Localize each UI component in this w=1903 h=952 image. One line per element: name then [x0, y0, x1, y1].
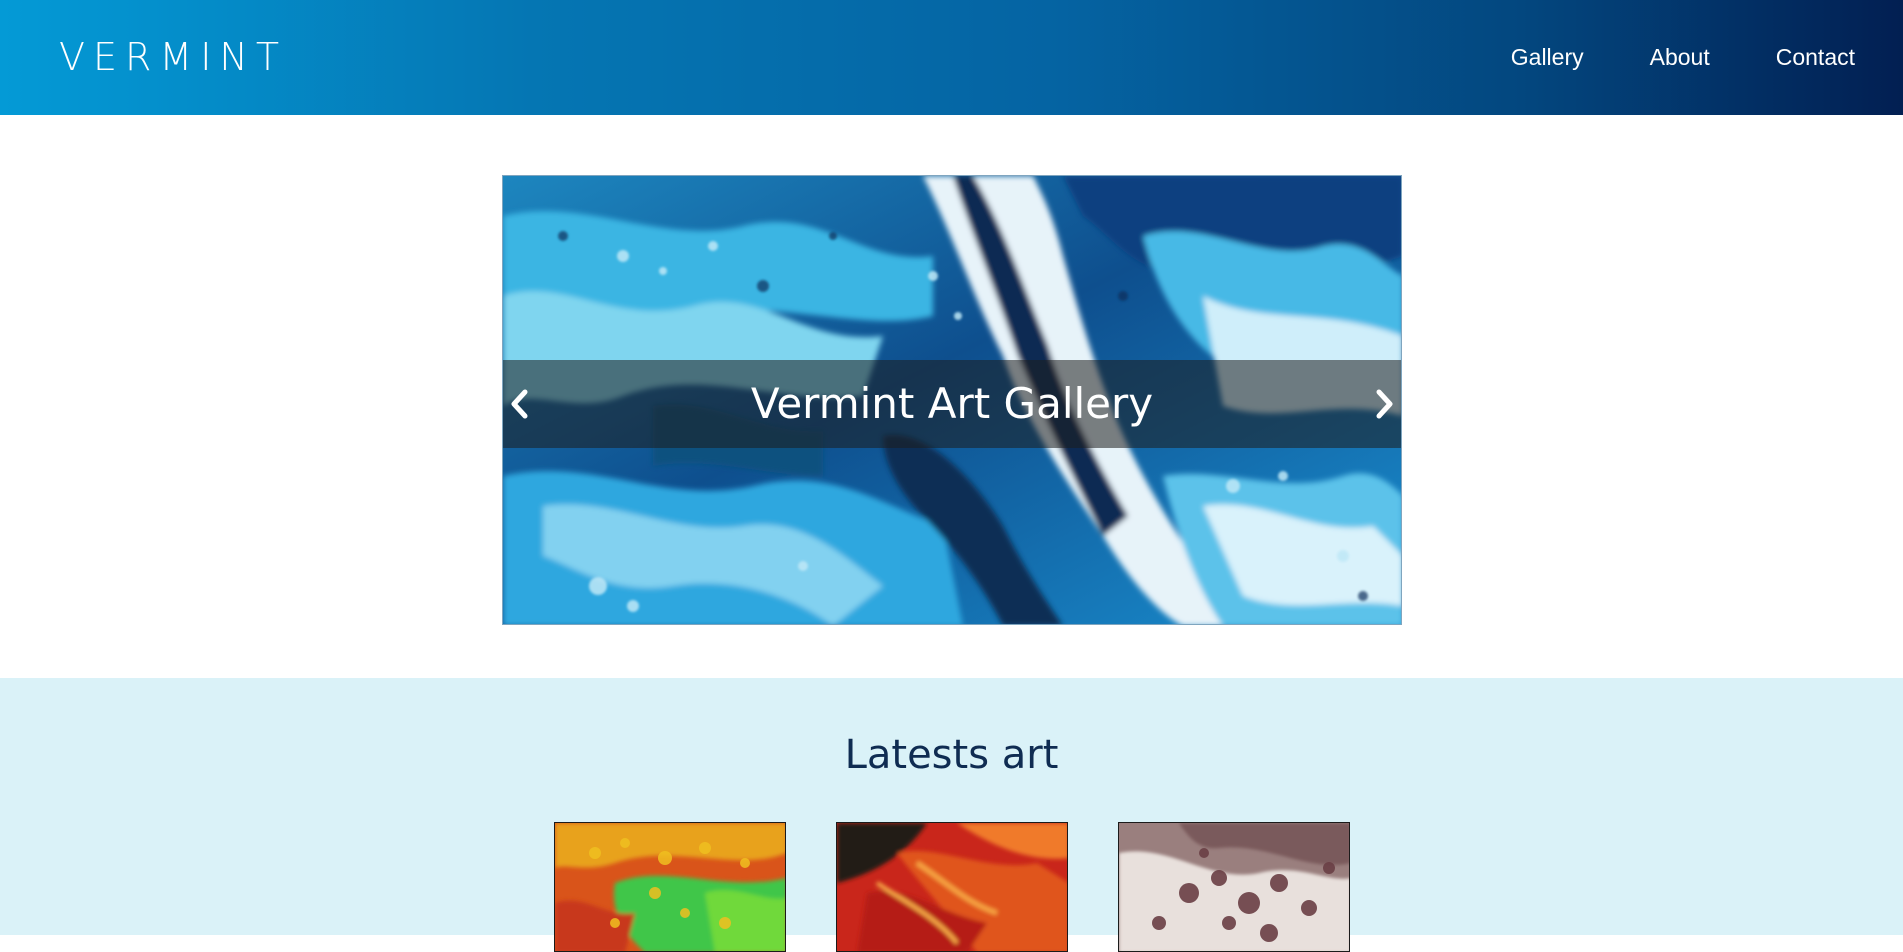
artwork-thumbnail-1[interactable]	[554, 822, 786, 952]
site-header: VERMINT Gallery About Contact	[0, 0, 1903, 115]
artwork-image	[837, 823, 1067, 951]
artwork-thumbnail-2[interactable]	[836, 822, 1068, 952]
site-logo[interactable]: VERMINT	[59, 34, 287, 80]
hero-carousel: Vermint Art Gallery	[502, 175, 1402, 625]
carousel-prev-button[interactable]	[505, 384, 535, 424]
main-nav: Gallery About Contact	[1511, 42, 1855, 72]
section-heading: Latests art	[844, 732, 1059, 778]
hero-title: Vermint Art Gallery	[750, 379, 1154, 428]
nav-link-gallery[interactable]: Gallery	[1511, 42, 1584, 72]
nav-link-contact[interactable]: Contact	[1776, 42, 1855, 72]
chevron-left-icon	[511, 389, 528, 419]
carousel-next-button[interactable]	[1369, 384, 1399, 424]
latest-art-section: Latests art	[0, 678, 1903, 952]
chevron-right-icon	[1376, 389, 1393, 419]
artwork-thumbnail-3[interactable]	[1118, 822, 1350, 952]
nav-link-about[interactable]: About	[1650, 42, 1710, 72]
artwork-image	[555, 823, 785, 951]
artwork-image	[1119, 823, 1349, 951]
